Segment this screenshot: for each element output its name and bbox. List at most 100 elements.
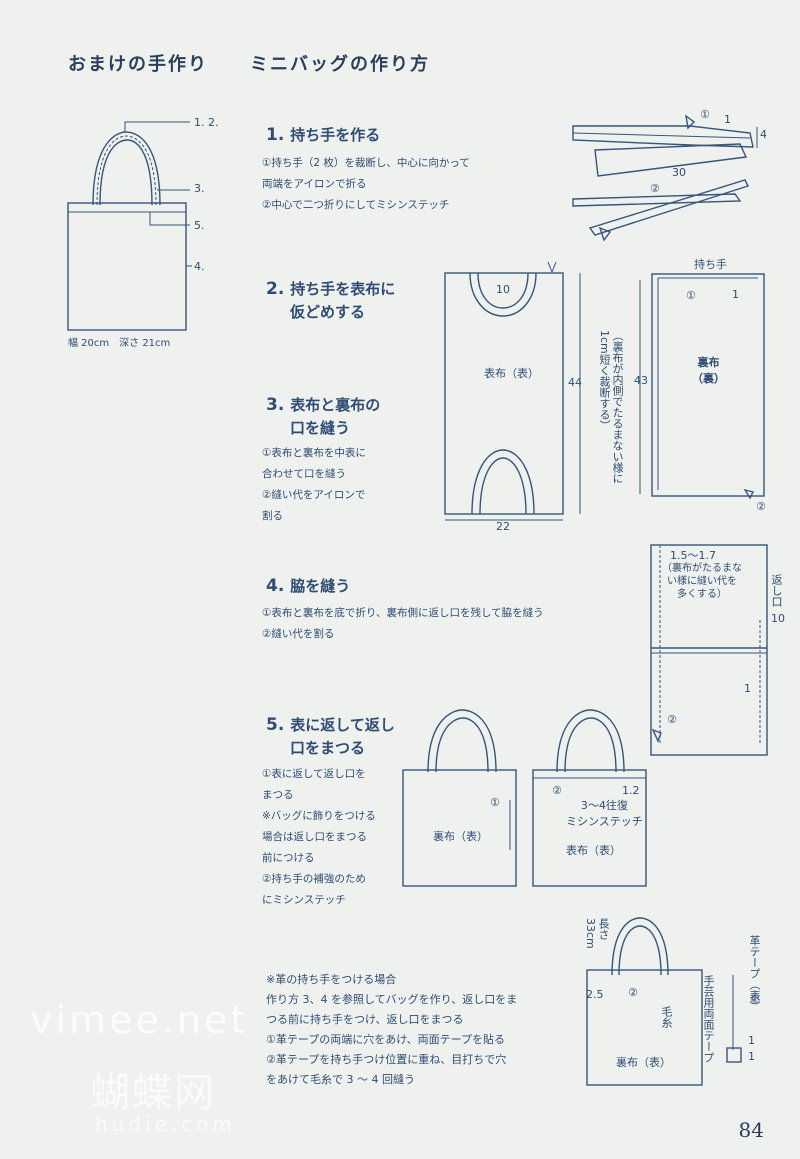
step-5-note: まつる: [262, 789, 294, 801]
d5-stitch-line: 3～4往復: [580, 799, 628, 812]
step-1-heading: 1. 持ち手を作る: [266, 124, 380, 147]
step-2-title-2: 仮どめする: [290, 303, 366, 321]
step-5-note: 場合は返し口をまつる: [262, 831, 367, 843]
lining-label-sub: （裏）: [692, 372, 725, 385]
step-5-title: 表に返して返し: [290, 716, 395, 734]
d1-label-1: ①: [700, 108, 710, 121]
lining-drawing: [639, 273, 765, 500]
leather-line: 作り方 3、4 を参照してバッグを作り、返し口をま: [266, 993, 518, 1006]
step-1-note: ②中心で二つ折りにしてミシンステッチ: [262, 199, 450, 211]
step-4-title: 脇を縫う: [290, 577, 351, 595]
step-3-heading: 3. 表布と裏布の 口を縫う: [266, 394, 380, 440]
step-5-title-2: 口をまつる: [290, 739, 366, 757]
outer-fabric-drawing: [444, 261, 581, 521]
step-1-notes: ①持ち手（2 枚）を裁断し、中心に向かって 両端をアイロンで折る ②中心で二つ折…: [262, 153, 470, 216]
leather-label-circle-1: ①: [750, 993, 760, 1006]
watermark-hudie-cn: 蝴蝶网: [90, 1070, 216, 1116]
watermark-vimee: vimee.net: [30, 998, 249, 1042]
d4-note-line: 多くする）: [677, 589, 727, 600]
leather-bag-label: 裏布（表）: [616, 1056, 671, 1069]
leather-section: ※革の持ち手をつける場合 作り方 3、4 を参照してバッグを作り、返し口をま つ…: [266, 970, 517, 1090]
d1-label-4: 30: [672, 166, 686, 179]
watermark-hudie: hudie.com: [95, 1112, 236, 1136]
step-1-title: 持ち手を作る: [290, 126, 381, 144]
overview-bag-drawing: [67, 121, 192, 331]
return-opening-value: 10: [771, 612, 785, 625]
step-3-notes: ①表布と裏布を中表に 合わせて口を縫う ②縫い代をアイロンで 割る: [262, 443, 366, 527]
return-opening-label: 返し口: [770, 574, 783, 607]
leather-line: をあけて毛糸で 3 ～ 4 回縫う: [266, 1073, 415, 1086]
callout-1-2: 1. 2.: [194, 116, 219, 129]
step-5-notes: ①表に返して返し口を まつる ※バッグに飾りをつける 場合は返し口をまつる 前に…: [262, 764, 376, 911]
step-4-notes: ①表布と裏布を底で折り、裏布側に返し口を残して脇を縫う ②縫い代を割る: [262, 603, 544, 645]
handle-strip-drawing: [572, 114, 758, 242]
d3-measure-43: 43: [634, 374, 648, 387]
lining-label-main: 裏布: [697, 356, 720, 369]
d5-label-1-2: 1.2: [622, 784, 640, 797]
d5-stitch-label: 3～4往復 ミシンステッチ: [566, 797, 643, 829]
step-3-note: ②縫い代をアイロンで: [262, 489, 366, 501]
step-4-num: 4.: [266, 576, 285, 596]
step-5-note: 前につける: [262, 852, 315, 864]
page-number: 84: [738, 1118, 764, 1142]
step-2-heading: 2. 持ち手を表布に 仮どめする: [266, 278, 395, 324]
d1-label-2: 1: [724, 113, 731, 126]
d5-right-label: 表布（表）: [566, 844, 621, 857]
d2-measure-22: 22: [496, 520, 510, 533]
d5-label-circle-2: ②: [552, 784, 562, 797]
d4-note-line: い様に縫い代を: [667, 576, 737, 587]
leather-length-label: 長さ33cm: [584, 918, 610, 949]
outer-fabric-label: 表布（表）: [484, 367, 539, 380]
leather-label-1b: 1: [748, 1050, 755, 1063]
step-1-num: 1.: [266, 125, 285, 145]
d4-measure: 1.5～1.7: [670, 549, 716, 562]
leather-label-circle-2: ②: [628, 986, 638, 999]
step-2-num: 2.: [266, 279, 285, 299]
double-tape-label: 手芸用両面テープ: [702, 975, 715, 1063]
d5-left-label: 裏布（表）: [433, 830, 488, 843]
step-3-note: 合わせて口を縫う: [262, 468, 346, 480]
d4-note-line: （裏布がたるまな: [662, 563, 742, 574]
step-3-num: 3.: [266, 395, 285, 415]
step-5-num: 5.: [266, 715, 285, 735]
handle-label: 持ち手: [694, 258, 727, 271]
step-3-note: ①表布と裏布を中表に: [262, 447, 366, 459]
d4-note: （裏布がたるまな い様に縫い代を 多くする）: [662, 562, 742, 601]
step-3-title-2: 口を縫う: [290, 419, 351, 437]
leather-line: つる前に持ち手をつけ、返し口をまつる: [266, 1013, 464, 1026]
d3-label-1: 1: [732, 288, 739, 301]
leather-line: ②革テープを持ち手つけ位置に重ね、目打ちで穴: [266, 1053, 507, 1066]
step-4-heading: 4. 脇を縫う: [266, 575, 350, 598]
step-2-title: 持ち手を表布に: [290, 280, 396, 298]
step-3-note: 割る: [262, 510, 283, 522]
leather-label-1a: 1: [748, 1034, 755, 1047]
d5-label-circle-1: ①: [490, 796, 500, 809]
step-1-note: 両端をアイロンで折る: [262, 178, 367, 190]
leather-label-2-5: 2.5: [586, 988, 604, 1001]
step-5-note: ②持ち手の補強のため: [262, 873, 366, 885]
step-1-note: ①持ち手（2 枚）を裁断し、中心に向かって: [262, 157, 470, 169]
step-5-note: ①表に返して返し口を: [262, 768, 366, 780]
callout-3: 3.: [194, 182, 205, 195]
callout-4: 4.: [194, 260, 205, 273]
leather-line: ①革テープの両端に穴をあけ、両面テープを貼る: [266, 1033, 505, 1046]
step-5-note: にミシンステッチ: [262, 894, 346, 906]
d1-label-5: ②: [650, 182, 660, 195]
step-4-note: ②縫い代を割る: [262, 628, 335, 640]
lining-vertical-note: （裏布が内側でたるまない様に1cm短く裁断する）: [598, 330, 624, 484]
leather-heading: ※革の持ち手をつける場合: [266, 973, 397, 986]
d2-measure-44: 44: [568, 376, 582, 389]
d4-label-2: ②: [667, 713, 677, 726]
lining-label: 裏布 （裏）: [692, 354, 725, 386]
d1-label-3: 4: [760, 128, 767, 141]
step-4-note: ①表布と裏布を底で折り、裏布側に返し口を残して脇を縫う: [262, 607, 544, 619]
callout-5: 5.: [194, 219, 205, 232]
size-text: 幅 20cm 深さ 21cm: [68, 338, 171, 349]
d5-stitch-line: ミシンステッチ: [566, 815, 643, 828]
step-5-note: ※バッグに飾りをつける: [262, 810, 376, 822]
d4-label-1: 1: [744, 682, 751, 695]
d2-measure-10: 10: [496, 283, 510, 296]
step-5-heading: 5. 表に返して返し 口をまつる: [266, 714, 395, 760]
d3-label-circle-2: ②: [756, 500, 766, 513]
d3-label-circle-1: ①: [686, 289, 696, 302]
